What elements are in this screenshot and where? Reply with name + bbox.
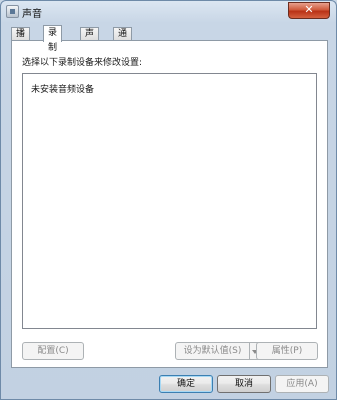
properties-button[interactable]: 属性(P) (256, 342, 318, 360)
title-bar[interactable]: 声音 ✕ (1, 1, 336, 23)
configure-button[interactable]: 配置(C) (22, 342, 84, 360)
recording-panel: 选择以下录制设备来修改设置: 未安装音频设备 配置(C) 设为默认值(S) 属性… (11, 40, 328, 368)
ok-button[interactable]: 确定 (159, 375, 213, 393)
tab-sounds[interactable]: 声音 (80, 27, 100, 52)
empty-device-message: 未安装音频设备 (31, 85, 95, 95)
apply-button[interactable]: 应用(A) (275, 375, 329, 393)
tab-recording[interactable]: 录制 (43, 25, 63, 53)
recording-device-list[interactable]: 未安装音频设备 (22, 73, 317, 329)
tab-communications[interactable]: 通信 (113, 27, 133, 52)
set-default-button[interactable]: 设为默认值(S) (175, 342, 250, 360)
close-button[interactable]: ✕ (288, 2, 330, 19)
cancel-button[interactable]: 取消 (217, 375, 271, 393)
sound-dialog: 声音 ✕ 播放 录制 声音 通信 选择以下录制设备来修改设置: 未安装音频设备 … (0, 0, 337, 400)
speaker-icon (6, 5, 19, 18)
window-title: 声音 (22, 9, 42, 20)
tab-playback[interactable]: 播放 (11, 27, 31, 52)
instruction-text: 选择以下录制设备来修改设置: (22, 58, 143, 68)
